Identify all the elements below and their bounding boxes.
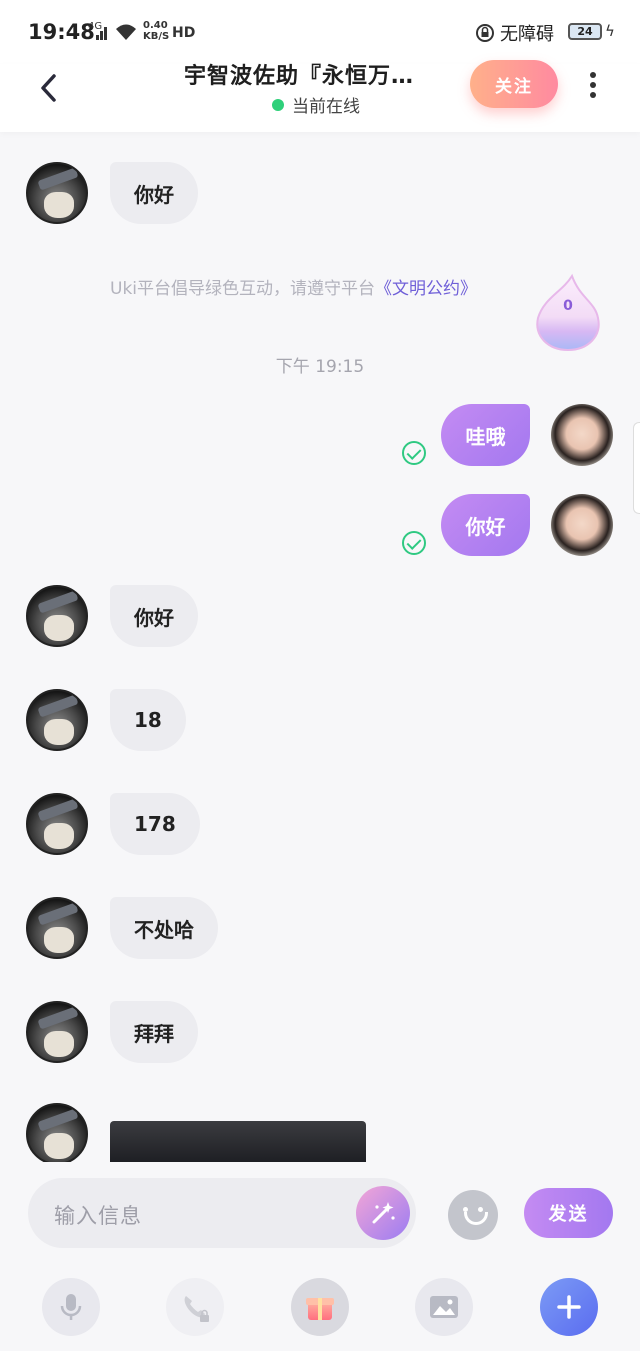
accessibility-indicator: 无障碍 <box>476 20 554 46</box>
battery-indicator: 24 <box>568 23 602 40</box>
my-avatar[interactable] <box>551 404 613 466</box>
wifi-icon <box>116 24 136 40</box>
my-avatar[interactable] <box>551 494 613 556</box>
contact-avatar[interactable] <box>26 162 88 224</box>
image-message[interactable] <box>110 1121 366 1162</box>
status-bar: 19:48 4G 0.40 KB/S HD 无障碍 24 ϟ <box>0 0 640 64</box>
online-status-label: 当前在线 <box>292 97 360 117</box>
gift-button[interactable] <box>291 1278 349 1336</box>
gift-icon <box>306 1298 334 1320</box>
message-input-placeholder: 输入信息 <box>54 1204 142 1228</box>
online-status: 当前在线 <box>272 92 360 117</box>
contact-avatar[interactable] <box>26 1001 88 1063</box>
chat-header: 宇智波佐助『永恒万… 当前在线 关注 <box>0 60 640 132</box>
emoji-button[interactable] <box>448 1190 498 1240</box>
more-options-icon[interactable] <box>586 72 600 104</box>
message-timestamp: 下午 19:15 <box>275 357 365 377</box>
hd-indicator: HD <box>172 25 196 41</box>
plus-icon <box>557 1295 581 1319</box>
signal-icon <box>96 27 107 40</box>
contact-avatar[interactable] <box>26 793 88 855</box>
delivered-check-icon <box>402 441 426 465</box>
chat-title: 宇智波佐助『永恒万… <box>184 64 415 89</box>
flame-count: 0 <box>563 298 573 314</box>
follow-button[interactable]: 关注 <box>470 60 558 108</box>
call-button[interactable] <box>166 1278 224 1336</box>
network-speed: 0.40 KB/S <box>143 20 170 42</box>
online-dot-icon <box>272 98 284 111</box>
side-drawer-handle[interactable] <box>633 422 640 514</box>
back-icon[interactable] <box>34 70 64 106</box>
delivered-check-icon <box>402 531 426 555</box>
status-time: 19:48 <box>28 20 95 44</box>
incoming-message[interactable]: 拜拜 <box>110 1001 198 1063</box>
image-button[interactable] <box>415 1278 473 1336</box>
charging-icon: ϟ <box>605 22 615 40</box>
contact-avatar[interactable] <box>26 585 88 647</box>
contact-avatar[interactable] <box>26 1103 88 1162</box>
outgoing-message[interactable]: 哇哦 <box>441 404 530 466</box>
send-button[interactable]: 发送 <box>524 1188 613 1238</box>
outgoing-message[interactable]: 你好 <box>441 494 530 556</box>
phone-icon <box>184 1296 209 1322</box>
incoming-message[interactable]: 你好 <box>110 585 198 647</box>
incoming-message[interactable]: 你好 <box>110 162 198 224</box>
microphone-icon <box>60 1294 82 1320</box>
contact-avatar[interactable] <box>26 897 88 959</box>
more-tools-button[interactable] <box>540 1278 598 1336</box>
voice-button[interactable] <box>42 1278 100 1336</box>
incoming-message[interactable]: 178 <box>110 793 200 855</box>
image-icon <box>430 1296 458 1318</box>
lock-icon <box>476 24 494 42</box>
magic-wand-icon <box>372 1202 395 1224</box>
civility-pact-link[interactable]: 《文明公约》 <box>375 279 477 299</box>
intimacy-flame[interactable]: 0 <box>532 272 604 354</box>
message-list[interactable]: 你好 Uki平台倡导绿色互动，请遵守平台《文明公约》 0 下午 19:15 哇哦… <box>0 132 640 1162</box>
incoming-message[interactable]: 18 <box>110 689 186 751</box>
contact-avatar[interactable] <box>26 689 88 751</box>
platform-notice: Uki平台倡导绿色互动，请遵守平台《文明公约》 <box>110 279 478 299</box>
input-bar: 输入信息 发送 <box>0 1162 640 1351</box>
message-input[interactable]: 输入信息 <box>28 1178 416 1248</box>
magic-wand-button[interactable] <box>356 1186 410 1240</box>
incoming-message[interactable]: 不处哈 <box>110 897 218 959</box>
